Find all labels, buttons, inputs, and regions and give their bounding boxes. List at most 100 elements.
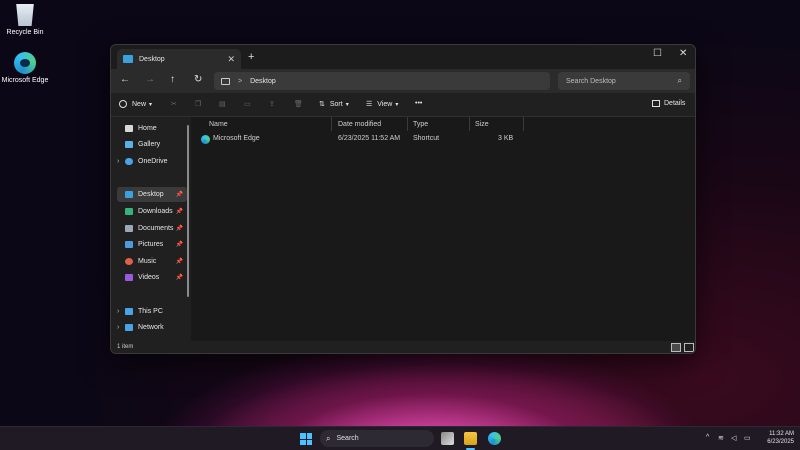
- search-placeholder: Search Desktop: [566, 77, 616, 85]
- details-pane-icon: [652, 100, 660, 107]
- chevron-right-icon[interactable]: ›: [117, 158, 125, 165]
- sidebar-item-label: Downloads: [138, 208, 173, 215]
- sidebar-item-videos[interactable]: Videos 📌: [117, 270, 187, 285]
- back-button[interactable]: ←: [120, 74, 130, 85]
- tab-desktop[interactable]: Desktop ✕: [117, 49, 241, 69]
- volume-icon[interactable]: ◁: [731, 434, 736, 442]
- details-label: Details: [664, 100, 686, 107]
- sort-button[interactable]: ⇅ Sort ▾: [319, 100, 349, 109]
- start-button[interactable]: [300, 433, 312, 445]
- search-icon: ⌕: [326, 433, 331, 443]
- sort-label: Sort: [329, 100, 343, 108]
- pin-icon: 📌: [175, 275, 183, 281]
- column-divider[interactable]: [331, 117, 332, 131]
- details-button[interactable]: Details: [652, 100, 685, 107]
- maximize-button[interactable]: ☐: [653, 48, 662, 59]
- table-row[interactable]: Microsoft Edge 6/23/2025 11:52 AM Shortc…: [201, 134, 531, 146]
- delete-icon[interactable]: 🗑: [294, 100, 303, 108]
- tiles-view-button[interactable]: [684, 343, 694, 352]
- recycle-bin-icon: [16, 4, 34, 26]
- new-button[interactable]: New ▾: [119, 100, 152, 108]
- computer-icon: [125, 308, 133, 315]
- chevron-down-icon: ▾: [149, 101, 153, 108]
- column-divider[interactable]: [523, 117, 524, 131]
- navigation-pane: Home Gallery › OneDrive Desktop 📌 Downlo…: [111, 117, 189, 341]
- column-header-size[interactable]: Size: [475, 121, 489, 128]
- file-size: 3 KB: [498, 135, 514, 142]
- folder-icon: [123, 55, 133, 63]
- column-header-name[interactable]: Name: [209, 121, 228, 128]
- refresh-button[interactable]: ↻: [194, 74, 202, 85]
- navigation-scrollbar[interactable]: [187, 125, 189, 297]
- column-divider[interactable]: [469, 117, 470, 131]
- file-date: 6/23/2025 11:52 AM: [338, 135, 401, 142]
- close-button[interactable]: ✕: [679, 48, 687, 59]
- sidebar-item-label: Gallery: [138, 141, 161, 148]
- paste-icon[interactable]: ▤: [219, 100, 226, 108]
- cut-icon[interactable]: ✂: [171, 100, 177, 108]
- column-header-type[interactable]: Type: [413, 121, 428, 128]
- sidebar-item-label: OneDrive: [138, 158, 168, 165]
- column-header-date[interactable]: Date modified: [338, 121, 381, 128]
- edge-desktop-icon[interactable]: Microsoft Edge: [0, 52, 50, 85]
- share-icon[interactable]: ⇪: [269, 100, 275, 108]
- sidebar-item-downloads[interactable]: Downloads 📌: [117, 204, 187, 219]
- music-icon: [125, 258, 133, 265]
- chevron-down-icon: ▾: [395, 101, 399, 108]
- plus-circle-icon: [119, 100, 127, 108]
- chevron-right-icon[interactable]: ›: [117, 308, 125, 315]
- new-tab-button[interactable]: +: [248, 51, 254, 63]
- sort-icon: ⇅: [319, 101, 325, 108]
- download-icon: [125, 208, 133, 215]
- file-explorer-window: Desktop ✕ + ☐ ✕ ← → ↑ ↻ > Desktop Search…: [110, 44, 696, 354]
- more-options-button[interactable]: •••: [415, 100, 422, 107]
- wifi-icon[interactable]: ≋: [718, 434, 724, 442]
- column-divider[interactable]: [407, 117, 408, 131]
- view-button[interactable]: ☰ View ▾: [366, 100, 399, 109]
- taskbar-search[interactable]: ⌕ Search: [320, 430, 434, 447]
- clock-date: 6/23/2025: [767, 439, 794, 445]
- file-name: Microsoft Edge: [213, 135, 260, 142]
- sidebar-item-onedrive[interactable]: › OneDrive: [117, 154, 187, 169]
- details-view-button[interactable]: [671, 343, 681, 352]
- copy-icon[interactable]: ❐: [195, 100, 201, 108]
- sidebar-item-music[interactable]: Music 📌: [117, 254, 187, 269]
- sidebar-item-home[interactable]: Home: [117, 121, 187, 136]
- item-count: 1 item: [117, 344, 134, 350]
- sidebar-item-this-pc[interactable]: › This PC: [117, 304, 187, 319]
- view-icon: ☰: [366, 101, 373, 108]
- chevron-right-icon[interactable]: ›: [117, 324, 125, 331]
- windows-logo-icon: [300, 433, 306, 439]
- recycle-bin-desktop-icon[interactable]: Recycle Bin: [0, 4, 50, 37]
- sidebar-item-desktop[interactable]: Desktop 📌: [117, 187, 187, 202]
- sidebar-item-documents[interactable]: Documents 📌: [117, 221, 187, 236]
- sidebar-item-label: Videos: [138, 274, 160, 281]
- pin-icon: 📌: [175, 226, 183, 232]
- document-icon: [125, 225, 133, 232]
- command-bar: New ▾ ✂ ❐ ▤ ▭ ⇪ 🗑 ⇅ Sort ▾ ☰ View ▾ ••• Det…: [111, 93, 695, 117]
- battery-icon[interactable]: ▭: [744, 434, 751, 442]
- edge-taskbar-icon[interactable]: [488, 432, 501, 445]
- file-explorer-taskbar-icon[interactable]: [464, 432, 477, 445]
- path-field[interactable]: > Desktop: [214, 72, 550, 90]
- up-button[interactable]: ↑: [170, 74, 175, 85]
- clock-time: 11:32 AM: [769, 431, 794, 437]
- task-view-icon[interactable]: [441, 432, 454, 445]
- sidebar-item-gallery[interactable]: Gallery: [117, 137, 187, 152]
- clock[interactable]: 11:32 AM 6/23/2025: [758, 430, 794, 446]
- recycle-bin-label: Recycle Bin: [6, 29, 44, 36]
- sidebar-item-network[interactable]: › Network: [117, 320, 187, 335]
- sidebar-item-label: Desktop: [138, 191, 164, 198]
- forward-button[interactable]: →: [145, 74, 155, 85]
- chevron-up-icon[interactable]: ^: [706, 434, 709, 441]
- path-separator: >: [238, 77, 243, 85]
- sidebar-item-label: Network: [138, 324, 164, 331]
- rename-icon[interactable]: ▭: [244, 100, 251, 108]
- search-input[interactable]: Search Desktop ⌕: [558, 72, 690, 90]
- tab-close-icon[interactable]: ✕: [227, 54, 235, 65]
- pin-icon: 📌: [175, 192, 183, 198]
- sidebar-item-pictures[interactable]: Pictures 📌: [117, 237, 187, 252]
- sidebar-item-label: Pictures: [138, 241, 164, 248]
- path-text: Desktop: [250, 77, 276, 85]
- sidebar-item-label: Home: [138, 125, 157, 132]
